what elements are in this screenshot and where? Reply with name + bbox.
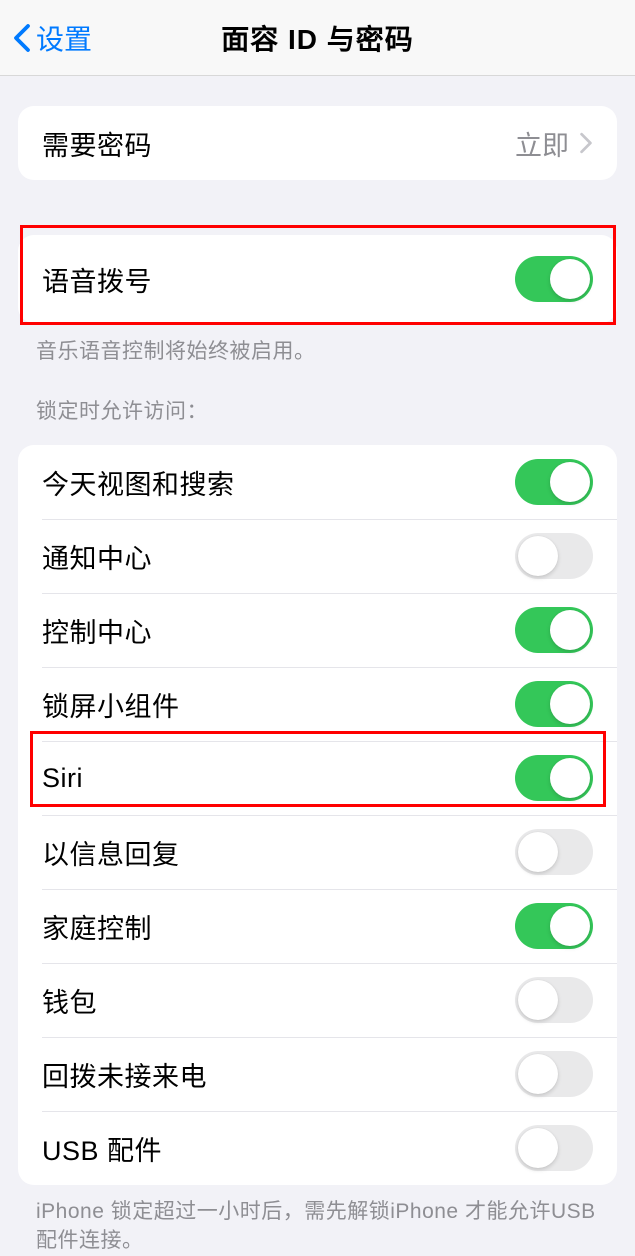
row-label: Siri xyxy=(42,763,83,794)
lock-access-row: USB 配件 xyxy=(18,1111,617,1185)
toggle-switch[interactable] xyxy=(515,533,593,579)
row-label: 需要密码 xyxy=(42,124,152,163)
page-title: 面容 ID 与密码 xyxy=(221,18,414,58)
row-right: 立即 xyxy=(515,124,593,163)
lock-access-row: Siri xyxy=(18,741,617,815)
row-label: 家庭控制 xyxy=(42,907,152,946)
lock-access-row: 通知中心 xyxy=(18,519,617,593)
toggle-switch[interactable] xyxy=(515,607,593,653)
row-value: 立即 xyxy=(515,124,569,163)
toggle-switch[interactable] xyxy=(515,459,593,505)
row-label: 语音拨号 xyxy=(42,260,152,299)
settings-content: 需要密码 立即 语音拨号 音乐语音控制将始终被启用。 锁定时允许访问： 今天视图… xyxy=(0,106,635,1256)
back-label: 设置 xyxy=(36,18,92,58)
lock-access-group: 今天视图和搜索通知中心控制中心锁屏小组件 Siri 以信息回复家庭控制钱包回拨未接来… xyxy=(18,445,617,1185)
lock-access-row: 控制中心 xyxy=(18,593,617,667)
lock-access-row: 回拨未接来电 xyxy=(18,1037,617,1111)
lock-access-footer: iPhone 锁定超过一小时后，需先解锁iPhone 才能允许USB 配件连接。 xyxy=(0,1185,635,1256)
toggle-switch[interactable] xyxy=(515,977,593,1023)
row-label: USB 配件 xyxy=(42,1129,162,1168)
toggle-switch[interactable] xyxy=(515,829,593,875)
row-label: 通知中心 xyxy=(42,537,152,576)
toggle-switch[interactable] xyxy=(515,681,593,727)
row-label: 锁屏小组件 xyxy=(42,685,180,724)
voice-dial-toggle[interactable] xyxy=(515,256,593,302)
toggle-switch[interactable] xyxy=(515,903,593,949)
row-label: 控制中心 xyxy=(42,611,152,650)
chevron-left-icon xyxy=(12,22,32,54)
row-label: 今天视图和搜索 xyxy=(42,463,235,502)
voice-dial-row: 语音拨号 xyxy=(18,235,617,323)
lock-access-row: 钱包 xyxy=(18,963,617,1037)
require-passcode-group: 需要密码 立即 xyxy=(18,106,617,180)
chevron-right-icon xyxy=(579,132,593,154)
require-passcode-row[interactable]: 需要密码 立即 xyxy=(18,106,617,180)
lock-access-row: 锁屏小组件 xyxy=(18,667,617,741)
lock-access-row: 以信息回复 xyxy=(18,815,617,889)
toggle-switch[interactable] xyxy=(515,755,593,801)
lock-access-row: 家庭控制 xyxy=(18,889,617,963)
row-label: 钱包 xyxy=(42,981,97,1020)
lock-access-header: 锁定时允许访问： xyxy=(0,365,635,435)
voice-dial-footer: 音乐语音控制将始终被启用。 xyxy=(0,323,635,365)
toggle-switch[interactable] xyxy=(515,1125,593,1171)
lock-access-row: 今天视图和搜索 xyxy=(18,445,617,519)
row-label: 以信息回复 xyxy=(42,833,180,872)
back-button[interactable]: 设置 xyxy=(12,18,92,58)
toggle-switch[interactable] xyxy=(515,1051,593,1097)
row-label: 回拨未接来电 xyxy=(42,1055,207,1094)
navigation-bar: 设置 面容 ID 与密码 xyxy=(0,0,635,76)
voice-dial-group: 语音拨号 xyxy=(18,235,617,323)
